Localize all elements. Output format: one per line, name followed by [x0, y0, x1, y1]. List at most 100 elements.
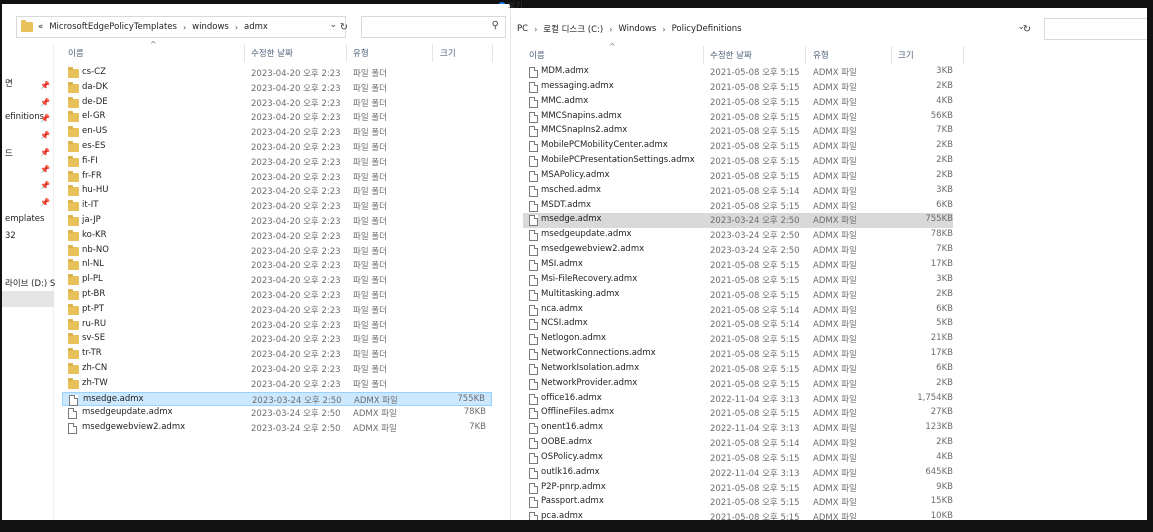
nav-item[interactable]: 32 [5, 231, 16, 241]
column-divider[interactable] [432, 44, 433, 62]
file-row[interactable]: fi-FI 2023-04-20 오후 2:23 파일 폴더 [62, 155, 492, 170]
breadcrumb-item[interactable]: PC [517, 24, 528, 34]
file-row[interactable]: NCSI.admx 2021-05-08 오후 5:14 ADMX 파일 5KB [523, 317, 953, 332]
file-row[interactable]: sv-SE 2023-04-20 오후 2:23 파일 폴더 [62, 332, 492, 347]
file-row[interactable]: MSI.admx 2021-05-08 오후 5:15 ADMX 파일 17KB [523, 258, 953, 273]
file-row[interactable]: da-DK 2023-04-20 오후 2:23 파일 폴더 [62, 81, 492, 96]
file-row[interactable]: MMCSnapIns2.admx 2021-05-08 오후 5:15 ADMX 파… [523, 124, 953, 139]
column-divider[interactable] [805, 46, 806, 64]
file-row[interactable]: Netlogon.admx 2021-05-08 오후 5:15 ADMX 파일 21… [523, 332, 953, 347]
file-row[interactable]: msedge.admx 2023-03-24 오후 2:50 ADMX 파일 755K… [523, 213, 953, 229]
file-row[interactable]: msedgewebview2.admx 2023-03-24 오후 2:50 ADM… [523, 243, 953, 258]
column-header-date[interactable]: 수정한 날짜 [710, 49, 752, 61]
file-row[interactable]: msedgeupdate.admx 2023-03-24 오후 2:50 ADMX … [523, 228, 953, 243]
file-row[interactable]: pca.admx 2021-05-08 오후 5:15 ADMX 파일 10KB [523, 510, 953, 520]
file-row[interactable]: NetworkConnections.admx 2021-05-08 오후 5:1… [523, 347, 953, 362]
file-row[interactable]: MobilePCPresentationSettings.admx 2021-05… [523, 154, 953, 169]
file-row[interactable]: nl-NL 2023-04-20 오후 2:23 파일 폴더 [62, 258, 492, 273]
file-row[interactable]: Passport.admx 2021-05-08 오후 5:15 ADMX 파일 15… [523, 495, 953, 510]
file-row[interactable]: zh-TW 2023-04-20 오후 2:23 파일 폴더 [62, 377, 492, 392]
file-row[interactable]: it-IT 2023-04-20 오후 2:23 파일 폴더 [62, 199, 492, 214]
file-row[interactable]: ko-KR 2023-04-20 오후 2:23 파일 폴더 [62, 229, 492, 244]
file-row[interactable]: es-ES 2023-04-20 오후 2:23 파일 폴더 [62, 140, 492, 155]
file-row[interactable]: MDM.admx 2021-05-08 오후 5:15 ADMX 파일 3KB [523, 65, 953, 80]
search-input-left[interactable]: ⚲ [361, 16, 506, 38]
file-row[interactable]: MSDT.admx 2021-05-08 오후 5:15 ADMX 파일 6KB [523, 199, 953, 214]
file-row[interactable]: ru-RU 2023-04-20 오후 2:23 파일 폴더 [62, 318, 492, 333]
address-bar-right[interactable]: PC › 로컬 디스크 (C:) › Windows › PolicyDefin… [511, 18, 1041, 40]
breadcrumb-item[interactable]: MicrosoftEdgePolicyTemplates [49, 22, 177, 32]
breadcrumb-item[interactable]: admx [244, 22, 268, 32]
file-row[interactable]: msedge.admx 2023-03-24 오후 2:50 ADMX 파일 755K… [62, 391, 492, 407]
nav-item[interactable]: 드 [5, 147, 13, 159]
file-row[interactable]: NetworkIsolation.admx 2021-05-08 오후 5:15 A… [523, 362, 953, 377]
nav-item-selected[interactable] [2, 291, 54, 307]
file-row[interactable]: OSPolicy.admx 2021-05-08 오후 5:15 ADMX 파일 4K… [523, 451, 953, 466]
column-divider[interactable] [492, 44, 493, 62]
column-header-name[interactable]: 이름 [529, 49, 545, 61]
file-row[interactable]: ja-JP 2023-04-20 오후 2:23 파일 폴더 [62, 214, 492, 229]
column-header-size[interactable]: 크기 [898, 49, 914, 61]
column-divider[interactable] [963, 46, 964, 64]
file-type: 파일 폴더 [353, 216, 387, 227]
file-row[interactable]: cs-CZ 2023-04-20 오후 2:23 파일 폴더 [62, 66, 492, 81]
file-row[interactable]: NetworkProvider.admx 2021-05-08 오후 5:15 AD… [523, 377, 953, 392]
file-icon [529, 126, 538, 138]
file-row[interactable]: msedgewebview2.admx 2023-03-24 오후 2:50 ADM… [62, 421, 492, 436]
breadcrumb-item[interactable]: 로컬 디스크 (C:) [543, 23, 603, 35]
file-row[interactable]: pt-BR 2023-04-20 오후 2:23 파일 폴더 [62, 288, 492, 303]
file-row[interactable]: de-DE 2023-04-20 오후 2:23 파일 폴더 [62, 96, 492, 111]
file-name: nca.admx [541, 303, 583, 314]
breadcrumb-item[interactable]: PolicyDefinitions [672, 24, 742, 34]
file-row[interactable]: office16.admx 2022-11-04 오후 3:13 ADMX 파일 1,… [523, 392, 953, 407]
column-header-type[interactable]: 유형 [813, 49, 829, 61]
modified-date: 2021-05-08 오후 5:15 [710, 275, 800, 286]
file-row[interactable]: Multitasking.admx 2021-05-08 오후 5:15 ADMX … [523, 288, 953, 303]
file-row[interactable]: zh-CN 2023-04-20 오후 2:23 파일 폴더 [62, 362, 492, 377]
file-row[interactable]: OOBE.admx 2021-05-08 오후 5:14 ADMX 파일 2KB [523, 436, 953, 451]
address-bar-left[interactable]: « MicrosoftEdgePolicyTemplates › windows… [16, 16, 346, 38]
nav-item[interactable]: efinitions [5, 112, 44, 122]
file-row[interactable]: MobilePCMobilityCenter.admx 2021-05-08 오후… [523, 139, 953, 154]
file-row[interactable]: tr-TR 2023-04-20 오후 2:23 파일 폴더 [62, 347, 492, 362]
file-size: 78KB [930, 229, 953, 240]
nav-item[interactable]: emplates [5, 214, 44, 224]
column-header-type[interactable]: 유형 [353, 47, 369, 59]
file-row[interactable]: Msi-FileRecovery.admx 2021-05-08 오후 5:15 A… [523, 273, 953, 288]
file-row[interactable]: nb-NO 2023-04-20 오후 2:23 파일 폴더 [62, 244, 492, 259]
folder-icon [68, 377, 79, 389]
file-row[interactable]: pt-PT 2023-04-20 오후 2:23 파일 폴더 [62, 303, 492, 318]
file-row[interactable]: en-US 2023-04-20 오후 2:23 파일 폴더 [62, 125, 492, 140]
search-input-right[interactable] [1044, 18, 1147, 40]
file-row[interactable]: outlk16.admx 2022-11-04 오후 3:13 ADMX 파일 645… [523, 466, 953, 481]
breadcrumb-overflow[interactable]: « [38, 22, 43, 32]
column-divider[interactable] [244, 44, 245, 62]
file-row[interactable]: MMC.admx 2021-05-08 오후 5:15 ADMX 파일 4KB [523, 95, 953, 110]
column-header-size[interactable]: 크기 [440, 47, 456, 59]
nav-item[interactable]: 라이브 (D:) S [5, 277, 55, 289]
file-row[interactable]: onent16.admx 2022-11-04 오후 3:13 ADMX 파일 123… [523, 421, 953, 436]
file-row[interactable]: messaging.admx 2021-05-08 오후 5:15 ADMX 파일 2… [523, 80, 953, 95]
file-row[interactable]: msedgeupdate.admx 2023-03-24 오후 2:50 ADMX … [62, 406, 492, 421]
file-row[interactable]: nca.admx 2021-05-08 오후 5:14 ADMX 파일 6KB [523, 303, 953, 318]
file-row[interactable]: msched.admx 2021-05-08 오후 5:14 ADMX 파일 3KB [523, 184, 953, 199]
file-row[interactable]: MSAPolicy.admx 2021-05-08 오후 5:15 ADMX 파일 2… [523, 169, 953, 184]
file-icon-wrap [529, 452, 538, 464]
column-header-name[interactable]: 이름 [68, 47, 84, 59]
column-divider[interactable] [703, 46, 704, 64]
file-row[interactable]: pl-PL 2023-04-20 오후 2:23 파일 폴더 [62, 273, 492, 288]
breadcrumb-item[interactable]: Windows [618, 24, 656, 34]
column-header-date[interactable]: 수정한 날짜 [251, 47, 293, 59]
file-row[interactable]: MMCSnapins.admx 2021-05-08 오후 5:15 ADMX 파일… [523, 110, 953, 125]
refresh-icon[interactable]: ↻ [334, 16, 354, 38]
file-row[interactable]: fr-FR 2023-04-20 오후 2:23 파일 폴더 [62, 170, 492, 185]
file-row[interactable]: P2P-pnrp.admx 2021-05-08 오후 5:15 ADMX 파일 9K… [523, 481, 953, 496]
breadcrumb-item[interactable]: windows [192, 22, 229, 32]
column-divider[interactable] [346, 44, 347, 62]
nav-item[interactable]: 면 [5, 77, 13, 89]
file-row[interactable]: hu-HU 2023-04-20 오후 2:23 파일 폴더 [62, 184, 492, 199]
refresh-icon[interactable]: ↻ [1017, 18, 1037, 40]
file-row[interactable]: OfflineFiles.admx 2021-05-08 오후 5:15 ADMX … [523, 406, 953, 421]
column-divider[interactable] [891, 46, 892, 64]
file-row[interactable]: el-GR 2023-04-20 오후 2:23 파일 폴더 [62, 110, 492, 125]
